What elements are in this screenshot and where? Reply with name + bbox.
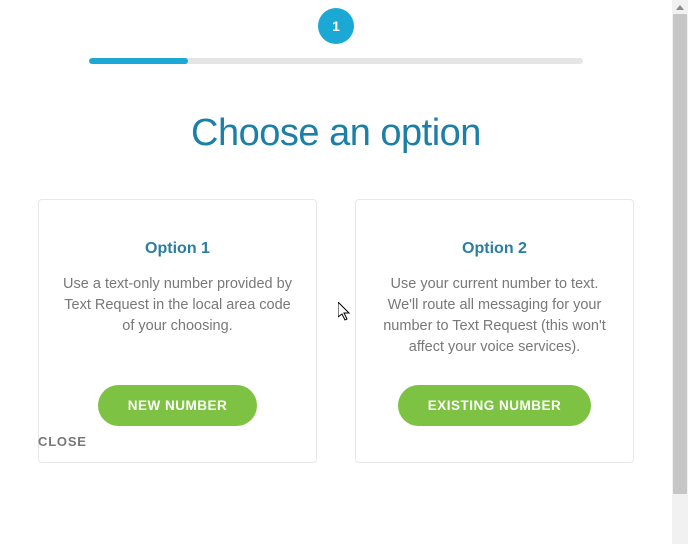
new-number-button[interactable]: NEW NUMBER xyxy=(98,385,258,426)
page-title: Choose an option xyxy=(20,112,652,155)
dialog-content: 1 Choose an option Option 1 Use a text-o… xyxy=(0,0,672,463)
step-indicator: 1 xyxy=(318,8,354,44)
scrollbar-thumb[interactable] xyxy=(673,14,687,494)
step-number: 1 xyxy=(332,18,340,34)
existing-number-button[interactable]: EXISTING NUMBER xyxy=(398,385,592,426)
option-card-2: Option 2 Use your current number to text… xyxy=(355,199,634,463)
progress-fill xyxy=(89,58,188,64)
option-1-description: Use a text-only number provided by Text … xyxy=(61,274,294,337)
scroll-up-button[interactable] xyxy=(672,0,688,14)
option-cards: Option 1 Use a text-only number provided… xyxy=(20,199,652,463)
option-1-title: Option 1 xyxy=(61,240,294,258)
option-card-1: Option 1 Use a text-only number provided… xyxy=(38,199,317,463)
scrollbar-track[interactable] xyxy=(672,0,688,544)
close-button[interactable]: CLOSE xyxy=(38,434,87,449)
option-2-description: Use your current number to text. We'll r… xyxy=(378,274,611,358)
progress-bar xyxy=(89,58,583,64)
option-2-title: Option 2 xyxy=(378,240,611,258)
